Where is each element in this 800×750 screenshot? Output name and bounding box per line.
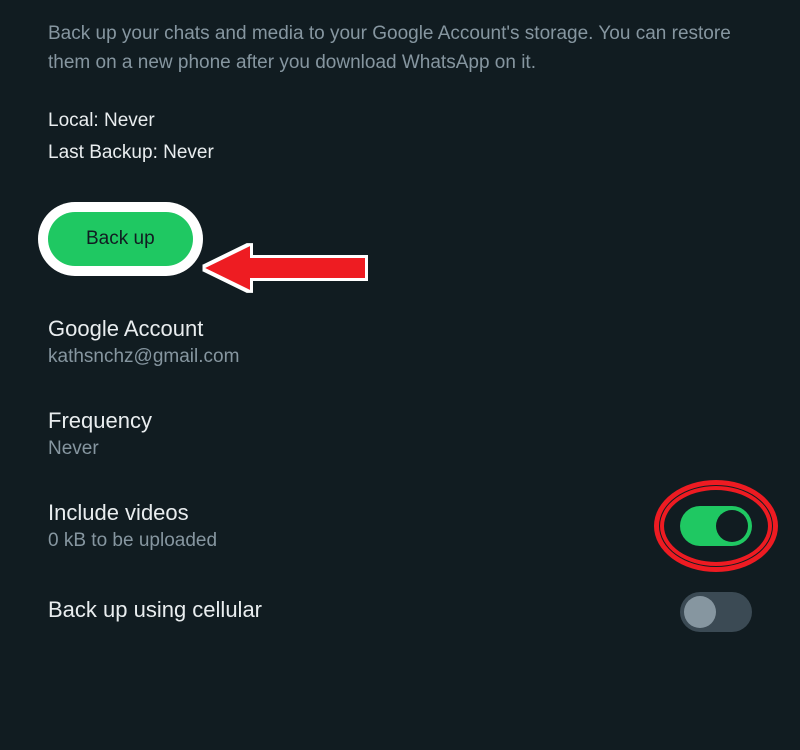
backup-cellular-toggle[interactable] xyxy=(680,592,752,632)
frequency-row[interactable]: Frequency Never xyxy=(48,408,752,460)
frequency-value: Never xyxy=(48,438,152,460)
toggle-thumb-icon xyxy=(716,510,748,542)
include-videos-title: Include videos xyxy=(48,500,217,526)
include-videos-toggle[interactable] xyxy=(680,506,752,546)
toggle-thumb-icon xyxy=(684,596,716,628)
local-backup-status: Local: Never xyxy=(48,105,752,137)
last-backup-status: Last Backup: Never xyxy=(48,137,752,169)
backup-cellular-title: Back up using cellular xyxy=(48,597,262,623)
backup-description: Back up your chats and media to your Goo… xyxy=(48,20,752,77)
include-videos-row: Include videos 0 kB to be uploaded xyxy=(48,500,752,552)
include-videos-subtitle: 0 kB to be uploaded xyxy=(48,530,217,552)
arrow-annotation-icon xyxy=(195,238,375,298)
google-account-row[interactable]: Google Account kathsnchz@gmail.com xyxy=(48,316,752,368)
backup-button[interactable]: Back up xyxy=(48,212,193,266)
backup-cellular-row: Back up using cellular xyxy=(48,592,752,632)
google-account-value: kathsnchz@gmail.com xyxy=(48,346,239,368)
frequency-title: Frequency xyxy=(48,408,152,434)
google-account-title: Google Account xyxy=(48,316,239,342)
